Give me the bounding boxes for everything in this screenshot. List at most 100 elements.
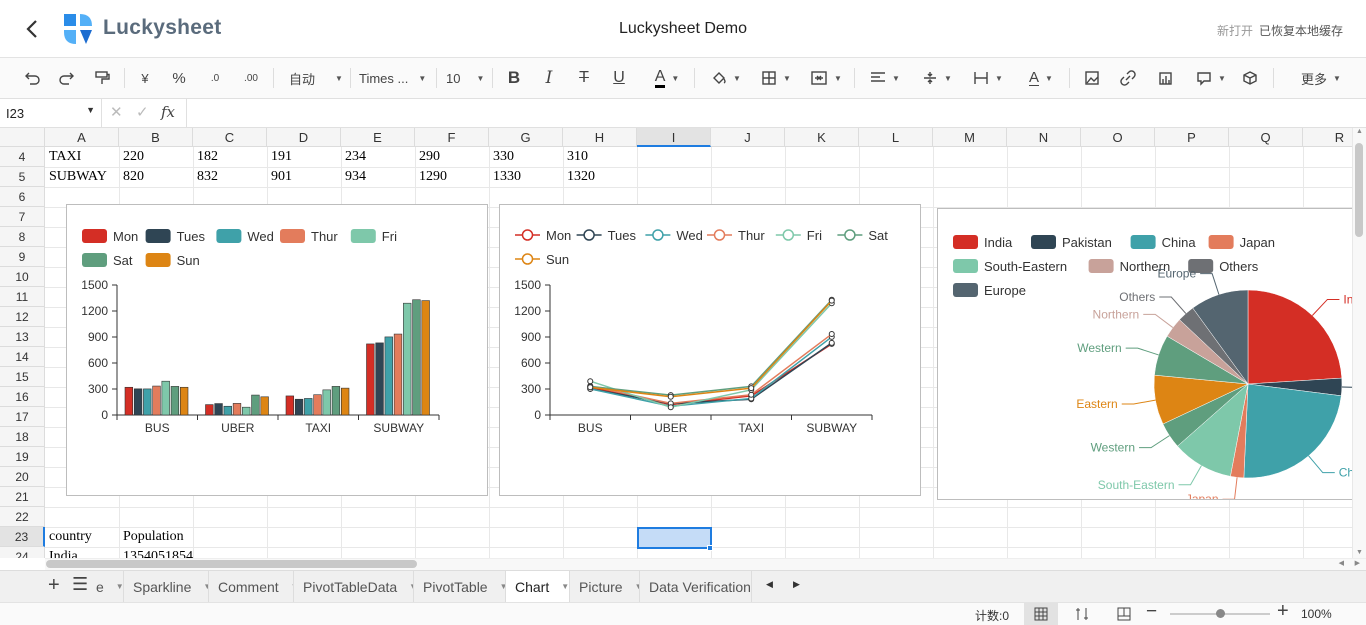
font-size-select[interactable]: 10 ▼	[442, 64, 486, 92]
grid-cell[interactable]: 220	[119, 147, 193, 167]
sheet-tab[interactable]: Comment▼	[209, 571, 294, 602]
row-header[interactable]: 7	[0, 207, 45, 227]
border-icon[interactable]: ▼	[756, 64, 796, 92]
italic-icon[interactable]: I	[537, 64, 561, 92]
line-point[interactable]	[828, 331, 835, 338]
bar[interactable]	[304, 398, 313, 416]
confirm-icon[interactable]: ✓	[136, 103, 149, 121]
bar[interactable]	[322, 389, 331, 416]
sheet-grid[interactable]: ABCDEFGHIJKLMNOPQR 4 5 6 7 8 9 10 11 12 13 14 15 16 1…	[0, 128, 1352, 558]
row-header[interactable]: 16	[0, 387, 45, 407]
bar[interactable]	[143, 388, 152, 416]
bar[interactable]	[170, 386, 180, 416]
text-rotate-icon[interactable]: A ▼	[1020, 64, 1062, 92]
format-painter-icon[interactable]	[90, 64, 114, 92]
column-header[interactable]: A	[45, 128, 119, 147]
column-header[interactable]: R	[1303, 128, 1352, 147]
line-point[interactable]	[667, 393, 674, 400]
sheet-tab[interactable]: e ▼	[96, 571, 124, 602]
grid-cell[interactable]: country	[45, 527, 119, 547]
row-header[interactable]: 13	[0, 327, 45, 347]
bar[interactable]	[366, 343, 375, 416]
line-chart[interactable]: Mon Tues Wed Thur Fri Sat Sun 0 300 600 900 1200 150…	[499, 204, 921, 496]
scroll-tabs-right-icon[interactable]: ▶	[793, 579, 800, 590]
screenshot-icon[interactable]	[1239, 64, 1261, 92]
row-header[interactable]: 20	[0, 467, 45, 487]
page-break-icon[interactable]	[1117, 607, 1131, 621]
bar[interactable]	[403, 302, 412, 416]
line-point[interactable]	[828, 339, 835, 346]
grid-cell[interactable]: 191	[267, 147, 341, 167]
row-header[interactable]: 21	[0, 487, 45, 507]
bar[interactable]	[251, 394, 260, 416]
grid-cell[interactable]: 1320	[563, 167, 637, 187]
line-point[interactable]	[667, 404, 674, 411]
series-line[interactable]	[590, 300, 833, 398]
grid-cell[interactable]: Population	[119, 527, 193, 547]
legend-swatch[interactable]	[1130, 235, 1156, 249]
legend-swatch[interactable]	[145, 253, 171, 267]
bar[interactable]	[205, 404, 214, 416]
legend-swatch[interactable]	[1208, 235, 1234, 249]
bold-icon[interactable]: B	[502, 64, 526, 92]
sheet-tab[interactable]: Data Verification	[640, 571, 752, 602]
row-header[interactable]: 17	[0, 407, 45, 427]
column-header[interactable]: E	[341, 128, 415, 147]
grid-cell[interactable]: 234	[341, 147, 415, 167]
back-arrow-icon[interactable]	[22, 18, 42, 40]
insert-chart-icon[interactable]	[1155, 64, 1177, 92]
pie-slice[interactable]	[1247, 289, 1343, 385]
column-header[interactable]: N	[1007, 128, 1081, 147]
vertical-align-icon[interactable]: ▼	[918, 64, 956, 92]
legend-swatch[interactable]	[350, 229, 376, 243]
line-point[interactable]	[828, 297, 835, 304]
column-header[interactable]: C	[193, 128, 267, 147]
bar[interactable]	[124, 386, 134, 416]
row-header[interactable]: 24	[0, 547, 45, 558]
column-header[interactable]: G	[489, 128, 563, 147]
column-header[interactable]: K	[785, 128, 859, 147]
horizontal-align-icon[interactable]: ▼	[866, 64, 904, 92]
row-header[interactable]: 12	[0, 307, 45, 327]
grid-cell[interactable]: SUBWAY	[45, 167, 119, 187]
column-header[interactable]: Q	[1229, 128, 1303, 147]
row-header[interactable]: 19	[0, 447, 45, 467]
bar[interactable]	[313, 394, 322, 416]
bar[interactable]	[152, 385, 161, 416]
bar[interactable]	[340, 387, 350, 416]
selected-cell[interactable]	[637, 527, 712, 549]
row-header[interactable]: 5	[0, 167, 45, 187]
line-point[interactable]	[587, 384, 594, 391]
horizontal-scroll-thumb[interactable]	[46, 560, 417, 568]
bar[interactable]	[260, 396, 269, 416]
bar[interactable]	[421, 300, 430, 416]
legend-swatch[interactable]	[280, 229, 305, 243]
comment-icon[interactable]: ▼	[1191, 64, 1231, 92]
bar[interactable]	[214, 403, 223, 416]
column-header[interactable]: F	[415, 128, 489, 147]
legend-swatch[interactable]	[953, 259, 978, 273]
insert-image-icon[interactable]	[1081, 64, 1103, 92]
legend-swatch[interactable]	[1031, 235, 1056, 249]
sheet-tab[interactable]: PivotTable▼	[414, 571, 506, 602]
column-header[interactable]: D	[267, 128, 341, 147]
strikethrough-icon[interactable]: T	[572, 64, 596, 92]
grid-cell[interactable]: 290	[415, 147, 489, 167]
bar-chart[interactable]: Mon Tues Wed Thur Fri Sat Sun 0 300 600 900 1200 150…	[66, 204, 488, 496]
grid-cell[interactable]: 330	[489, 147, 563, 167]
sheet-tab[interactable]: Chart ▼	[506, 571, 570, 602]
zoom-slider-thumb[interactable]	[1216, 609, 1225, 618]
grid-cell[interactable]: 1330	[489, 167, 563, 187]
font-family-select[interactable]: Times ... ▼	[356, 64, 430, 92]
pie-slice[interactable]	[1243, 383, 1342, 479]
grid-cell[interactable]: 832	[193, 167, 267, 187]
grid-cell[interactable]: 182	[193, 147, 267, 167]
grid-cell[interactable]: TAXI	[45, 147, 119, 167]
zoom-in-icon[interactable]: +	[1277, 600, 1289, 623]
bar[interactable]	[133, 388, 143, 416]
undo-icon[interactable]	[20, 64, 44, 92]
merge-cells-icon[interactable]: ▼	[806, 64, 846, 92]
line-point[interactable]	[748, 385, 755, 392]
grid-cell[interactable]: 310	[563, 147, 637, 167]
legend-swatch[interactable]	[953, 283, 978, 297]
